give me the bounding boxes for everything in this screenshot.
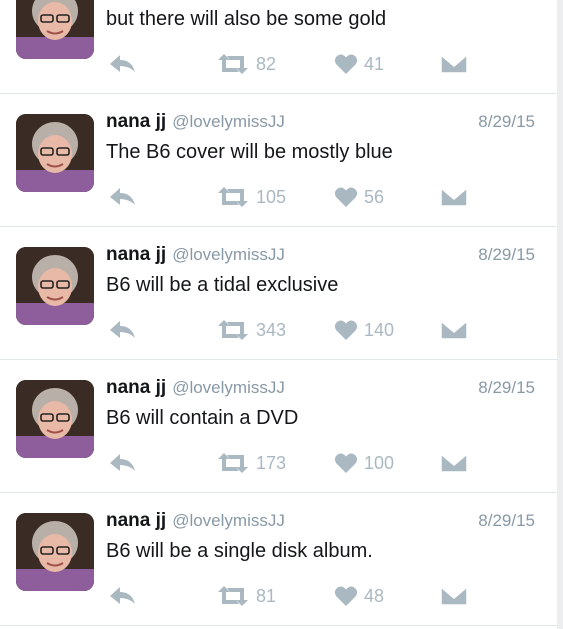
direct-message-icon	[440, 453, 468, 473]
like-icon	[334, 586, 358, 606]
direct-message-icon	[440, 586, 468, 606]
tweet-actions: 81 48	[106, 581, 486, 611]
retweet-count: 343	[256, 319, 287, 340]
like-icon	[334, 453, 358, 473]
retweet-icon	[218, 320, 248, 340]
like-icon	[334, 320, 358, 340]
direct-message-icon	[440, 320, 468, 340]
like-icon	[334, 187, 358, 207]
retweet-icon	[218, 187, 248, 207]
tweet[interactable]: nana jj @lovelymissJJ 8/29/15 B6 will be …	[0, 227, 557, 360]
reply-icon	[110, 321, 135, 338]
like-button[interactable]: 48	[334, 581, 384, 611]
tweet[interactable]: nana jj @lovelymissJJ 8/29/15 B6 will be …	[0, 493, 557, 626]
retweet-count: 82	[256, 53, 277, 74]
like-count: 48	[364, 585, 385, 606]
avatar[interactable]	[16, 380, 94, 458]
tweet-actions: 343 140	[106, 315, 486, 345]
reply-button[interactable]	[108, 315, 138, 345]
tweet-actions: 82 41	[106, 49, 486, 79]
retweet-button[interactable]: 105	[216, 182, 286, 212]
retweet-button[interactable]: 81	[216, 581, 276, 611]
like-count: 100	[364, 452, 395, 473]
like-icon	[334, 54, 358, 74]
retweet-icon	[218, 586, 248, 606]
tweet-header: nana jj @lovelymissJJ 8/29/15	[106, 111, 539, 137]
retweet-count: 105	[256, 186, 287, 207]
display-name[interactable]: nana jj	[106, 377, 166, 398]
retweet-button[interactable]: 173	[216, 448, 286, 478]
direct-message-button[interactable]	[440, 448, 468, 478]
reply-icon	[110, 587, 135, 604]
retweet-icon	[218, 453, 248, 473]
retweet-count: 81	[256, 585, 277, 606]
like-button[interactable]: 100	[334, 448, 394, 478]
display-name[interactable]: nana jj	[106, 510, 166, 531]
tweet-header: nana jj @lovelymissJJ 8/29/15	[106, 377, 539, 403]
direct-message-button[interactable]	[440, 49, 468, 79]
direct-message-button[interactable]	[440, 182, 468, 212]
avatar[interactable]	[16, 247, 94, 325]
user-handle[interactable]: @lovelymissJJ	[172, 511, 285, 530]
reply-icon	[110, 454, 135, 471]
avatar[interactable]	[16, 114, 94, 192]
tweet-text: The B6 cover will be mostly blue	[106, 141, 393, 163]
display-name[interactable]: nana jj	[106, 244, 166, 265]
reply-button[interactable]	[108, 49, 138, 79]
tweet-text: B6 will be a tidal exclusive	[106, 274, 339, 296]
tweet-text: B6 will be a single disk album.	[106, 540, 373, 562]
like-count: 140	[364, 319, 395, 340]
tweet-actions: 173 100	[106, 448, 486, 478]
tweet-date[interactable]: 8/29/15	[478, 511, 535, 531]
like-button[interactable]: 41	[334, 49, 384, 79]
tweet-date[interactable]: 8/29/15	[478, 378, 535, 398]
reply-icon	[110, 55, 135, 72]
scrollbar-track[interactable]	[557, 0, 563, 629]
user-handle[interactable]: @lovelymissJJ	[172, 112, 285, 131]
direct-message-button[interactable]	[440, 581, 468, 611]
like-count: 56	[364, 186, 385, 207]
like-button[interactable]: 140	[334, 315, 394, 345]
reply-icon	[110, 188, 135, 205]
retweet-button[interactable]: 343	[216, 315, 286, 345]
retweet-count: 173	[256, 452, 287, 473]
retweet-icon	[218, 54, 248, 74]
tweet-header	[106, 0, 539, 4]
reply-button[interactable]	[108, 448, 138, 478]
user-handle[interactable]: @lovelymissJJ	[172, 378, 285, 397]
reply-button[interactable]	[108, 581, 138, 611]
avatar[interactable]	[16, 513, 94, 591]
like-button[interactable]: 56	[334, 182, 384, 212]
direct-message-icon	[440, 187, 468, 207]
tweet-actions: 105 56	[106, 182, 486, 212]
like-count: 41	[364, 53, 385, 74]
direct-message-icon	[440, 54, 468, 74]
tweet-header: nana jj @lovelymissJJ 8/29/15	[106, 244, 539, 270]
tweet-date[interactable]: 8/29/15	[478, 245, 535, 265]
direct-message-button[interactable]	[440, 315, 468, 345]
tweet[interactable]: but there will also be some gold 82 41	[0, 0, 557, 94]
tweet-text: but there will also be some gold	[106, 8, 387, 30]
tweet-text: B6 will contain a DVD	[106, 407, 299, 429]
retweet-button[interactable]: 82	[216, 49, 276, 79]
display-name[interactable]: nana jj	[106, 111, 166, 132]
user-handle[interactable]: @lovelymissJJ	[172, 245, 285, 264]
reply-button[interactable]	[108, 182, 138, 212]
tweet[interactable]: nana jj @lovelymissJJ 8/29/15 The B6 cove…	[0, 94, 557, 227]
avatar[interactable]	[16, 0, 94, 59]
tweet[interactable]: nana jj @lovelymissJJ 8/29/15 B6 will con…	[0, 360, 557, 493]
tweet-date[interactable]: 8/29/15	[478, 112, 535, 132]
tweet-feed: but there will also be some gold 82 41 n…	[0, 0, 557, 629]
tweet-header: nana jj @lovelymissJJ 8/29/15	[106, 510, 539, 536]
